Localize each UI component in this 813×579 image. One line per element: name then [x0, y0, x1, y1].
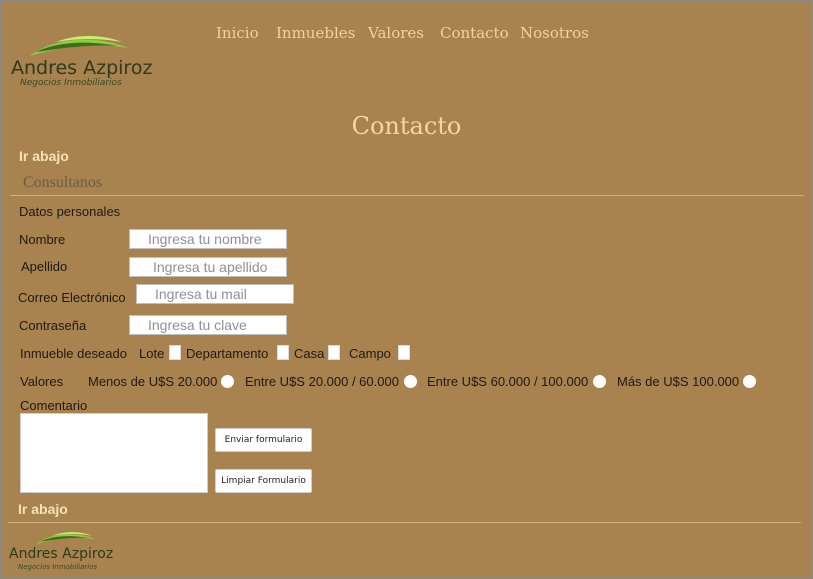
campo-checkbox[interactable]	[398, 345, 410, 360]
valores-option-label: Entre U$S 20.000 / 60.000	[245, 374, 399, 389]
comentario-label: Comentario	[20, 398, 88, 413]
nav-nosotros[interactable]: Nosotros	[520, 24, 589, 42]
nombre-input[interactable]	[129, 229, 287, 249]
inmueble-option-label: Casa	[294, 346, 325, 361]
correo-input[interactable]	[136, 284, 294, 304]
leaf-logo-footer-icon	[36, 532, 96, 545]
brand-name: Andres Azpiroz	[11, 57, 153, 79]
ir-abajo-link-top[interactable]: Ir abajo	[19, 148, 69, 164]
datos-personales-label: Datos personales	[19, 204, 121, 219]
nav-inmuebles[interactable]: Inmuebles	[276, 24, 355, 42]
nav-inicio[interactable]: Inicio	[216, 24, 259, 42]
lote-checkbox[interactable]	[169, 345, 181, 360]
brand-tagline: Negocios Inmobiliarios	[20, 78, 122, 88]
casa-checkbox[interactable]	[328, 345, 340, 360]
footer-brand-tagline: Negocios Inmobiliarios	[18, 563, 98, 571]
valor-radio-1[interactable]	[221, 375, 234, 388]
inmueble-option-label: Departamento	[186, 346, 269, 361]
consultanos-heading: Consultanos	[23, 174, 103, 191]
valor-radio-2[interactable]	[404, 375, 417, 388]
nav-valores[interactable]: Valores	[368, 24, 424, 42]
limpiar-button[interactable]: Limpiar Formulario	[215, 469, 312, 493]
clave-label: Contraseña	[19, 318, 87, 333]
valor-radio-3[interactable]	[593, 375, 606, 388]
divider-top	[10, 195, 804, 196]
ir-abajo-link-bottom[interactable]: Ir abajo	[18, 501, 68, 517]
nombre-label: Nombre	[19, 232, 66, 247]
apellido-input[interactable]	[129, 257, 287, 277]
page-title: Contacto	[351, 112, 462, 140]
inmueble-option-label: Campo	[349, 346, 391, 361]
inmueble-option-label: Lote	[139, 346, 165, 361]
valores-option-label: Menos de U$S 20.000	[88, 374, 218, 389]
leaf-logo-icon	[30, 36, 128, 56]
inmueble-label: Inmueble deseado	[20, 346, 127, 361]
valores-option-label: Más de U$S 100.000	[617, 374, 740, 389]
footer-brand-name: Andres Azpiroz	[9, 546, 114, 562]
divider-bottom	[8, 522, 801, 523]
valor-radio-4[interactable]	[743, 375, 756, 388]
departamento-checkbox[interactable]	[277, 345, 289, 360]
nav-contacto[interactable]: Contacto	[440, 24, 509, 42]
valores-option-label: Entre U$S 60.000 / 100.000	[427, 374, 589, 389]
clave-input[interactable]	[129, 315, 287, 335]
enviar-button[interactable]: Enviar formulario	[215, 428, 312, 452]
comentario-textarea[interactable]	[20, 413, 208, 493]
apellido-label: Apellido	[21, 259, 68, 274]
correo-label: Correo Electrónico	[18, 290, 126, 305]
valores-label: Valores	[20, 374, 64, 389]
